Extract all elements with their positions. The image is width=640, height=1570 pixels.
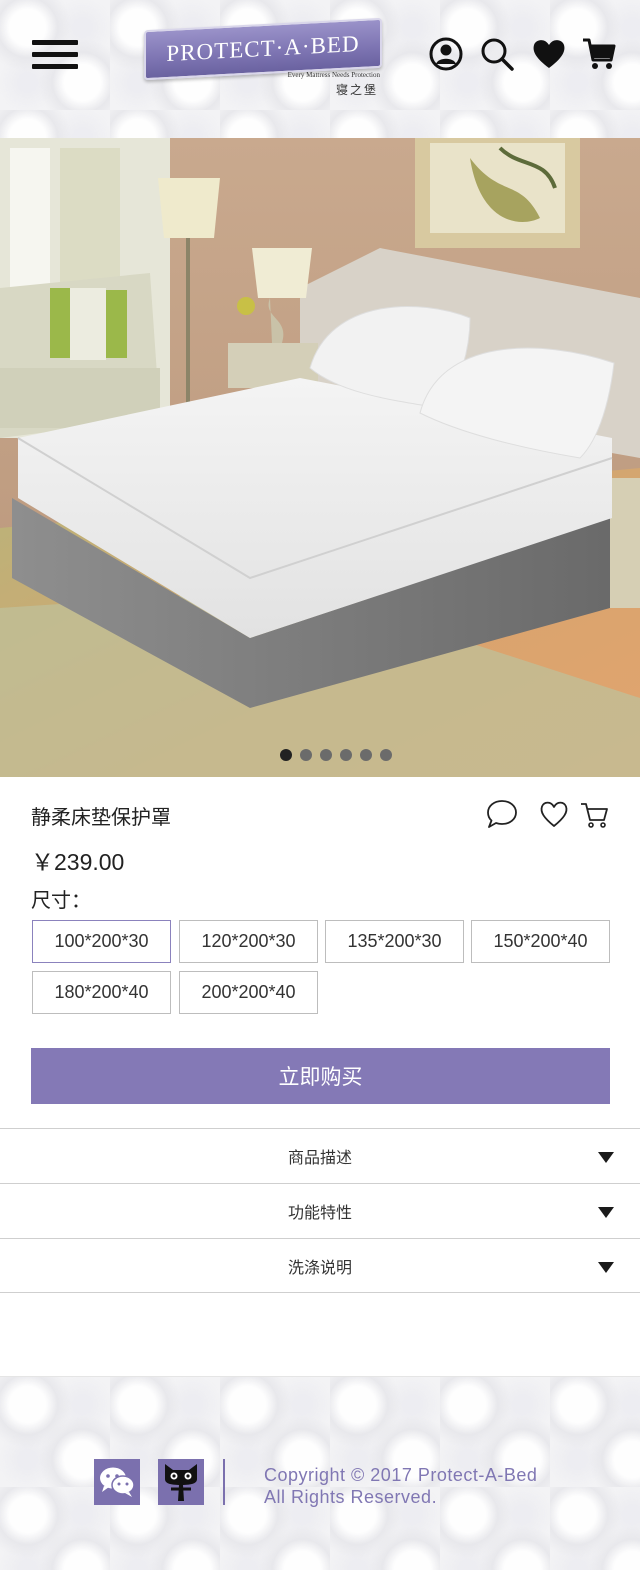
- heart-icon[interactable]: [531, 36, 567, 72]
- buy-now-button[interactable]: 立即购买: [31, 1048, 610, 1104]
- copyright-line-2: All Rights Reserved.: [264, 1487, 438, 1507]
- product-action-icons: [486, 798, 610, 830]
- accordion-label: 商品描述: [287, 1150, 352, 1167]
- product-price: ￥239.00: [31, 849, 125, 875]
- accordion-features[interactable]: 功能特性: [0, 1183, 640, 1238]
- tmall-icon[interactable]: [158, 1459, 204, 1505]
- size-option-200x200x40[interactable]: 200*200*40: [179, 971, 318, 1014]
- chat-bubble-icon[interactable]: [486, 798, 518, 830]
- cart-icon[interactable]: [581, 36, 617, 72]
- accordion-label: 功能特性: [287, 1205, 352, 1222]
- account-icon[interactable]: [428, 36, 464, 72]
- carousel-dot-4[interactable]: [340, 749, 352, 761]
- product-details-accordion: 商品描述 功能特性 洗涤说明: [0, 1128, 640, 1293]
- product-title: 静柔床垫保护罩: [31, 807, 171, 829]
- size-option-180x200x40[interactable]: 180*200*40: [32, 971, 171, 1014]
- size-option-120x200x30[interactable]: 120*200*30: [179, 920, 318, 963]
- carousel-dot-3[interactable]: [320, 749, 332, 761]
- carousel-dot-6[interactable]: [380, 749, 392, 761]
- carousel-dot-1[interactable]: [280, 749, 292, 761]
- wechat-icon[interactable]: [94, 1459, 140, 1505]
- hero-carousel[interactable]: [0, 138, 640, 777]
- triangle-down-icon: [598, 1207, 614, 1218]
- accordion-label: 洗涤说明: [287, 1259, 352, 1277]
- logo-chinese-name: 寝之堡: [335, 83, 378, 97]
- site-footer: Copyright © 2017 Protect-A-Bed All Right…: [0, 1376, 640, 1570]
- carousel-dot-5[interactable]: [360, 749, 372, 761]
- footer-divider: [223, 1459, 225, 1505]
- size-option-135x200x30[interactable]: 135*200*30: [325, 920, 464, 963]
- search-icon[interactable]: [479, 36, 515, 72]
- logo-brand-text: PROTECT·A·BED: [166, 30, 360, 67]
- carousel-dots: [280, 749, 392, 761]
- logo-tagline: Every Mattress Needs Protection: [287, 71, 380, 79]
- brand-logo[interactable]: PROTECT·A·BED Every Mattress Needs Prote…: [144, 17, 384, 100]
- triangle-down-icon: [598, 1152, 614, 1163]
- copyright-text: Copyright © 2017 Protect-A-Bed All Right…: [264, 1464, 537, 1508]
- cart-outline-icon[interactable]: [578, 798, 610, 830]
- hamburger-menu-icon[interactable]: [32, 40, 78, 70]
- size-option-100x200x30[interactable]: 100*200*30: [32, 920, 171, 963]
- carousel-dot-2[interactable]: [300, 749, 312, 761]
- copyright-line-1: Copyright © 2017 Protect-A-Bed: [264, 1465, 538, 1485]
- accordion-product-description[interactable]: 商品描述: [0, 1128, 640, 1183]
- size-option-150x200x40[interactable]: 150*200*40: [471, 920, 610, 963]
- triangle-down-icon: [598, 1262, 614, 1273]
- size-label: 尺寸：: [31, 890, 91, 912]
- site-header: PROTECT·A·BED Every Mattress Needs Prote…: [0, 0, 640, 138]
- accordion-washing-instructions[interactable]: 洗涤说明: [0, 1238, 640, 1293]
- hero-image: [0, 138, 640, 777]
- favorite-outline-icon[interactable]: [538, 798, 570, 830]
